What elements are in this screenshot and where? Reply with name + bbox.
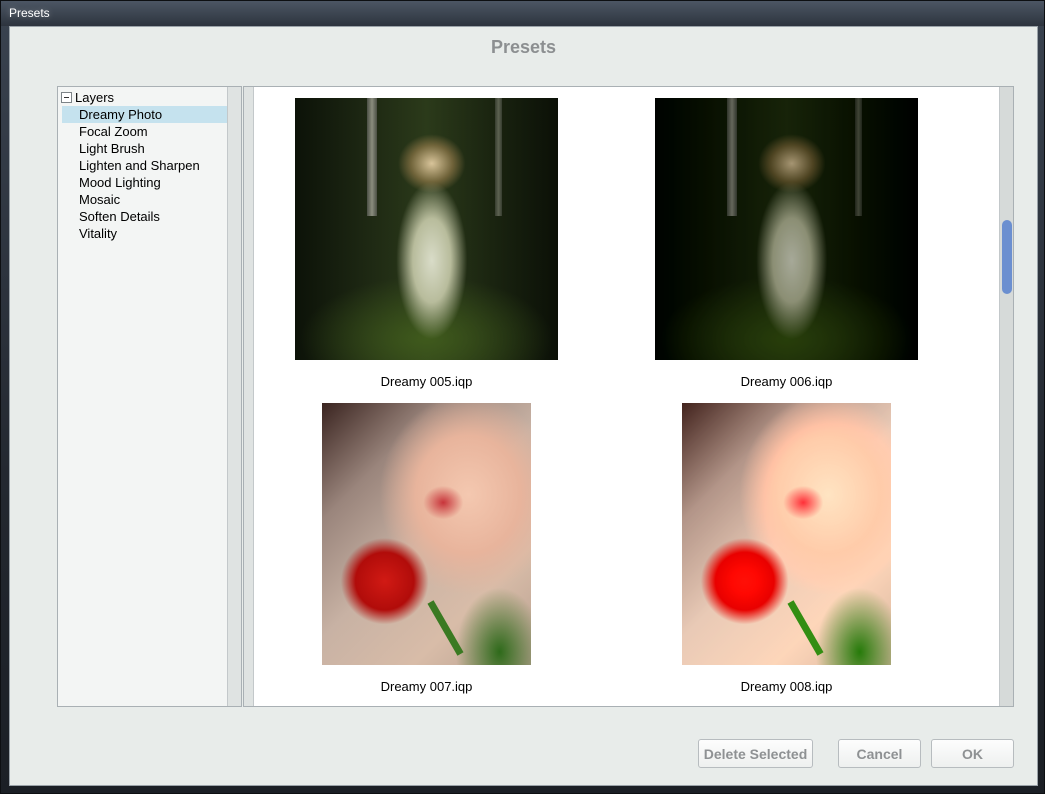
cancel-button[interactable]: Cancel xyxy=(838,739,921,768)
preset-name-label: Dreamy 008.iqp xyxy=(740,679,833,694)
tree-scrollbar[interactable] xyxy=(227,87,241,706)
preset-category-tree: Layers Dreamy Photo Focal Zoom Light Bru… xyxy=(57,86,242,707)
tree-root-label: Layers xyxy=(75,90,115,105)
panel-splitter[interactable] xyxy=(244,87,254,706)
preset-preview-panel: Dreamy 005.iqp Dreamy 006.iqp Dreamy 007… xyxy=(243,86,1014,707)
dialog-client-area: Presets Layers Dreamy Photo Focal Zoom L… xyxy=(9,26,1038,786)
tree-item-lighten-and-sharpen[interactable]: Lighten and Sharpen xyxy=(62,157,228,174)
tree-item-mosaic[interactable]: Mosaic xyxy=(62,191,228,208)
tree-items: Dreamy Photo Focal Zoom Light Brush Ligh… xyxy=(62,106,228,242)
preset-name-label: Dreamy 006.iqp xyxy=(740,374,833,389)
tree-item-light-brush[interactable]: Light Brush xyxy=(62,140,228,157)
tree-item-dreamy-photo[interactable]: Dreamy Photo xyxy=(62,106,228,123)
preset-preview-image[interactable] xyxy=(295,98,558,360)
preset-name-label: Dreamy 007.iqp xyxy=(380,679,473,694)
preset-preview-image[interactable] xyxy=(682,403,891,665)
presets-window: Presets Presets Layers Dreamy Photo Foca… xyxy=(0,0,1045,794)
dialog-title: Presets xyxy=(490,37,557,57)
title-bar[interactable]: Presets xyxy=(1,1,1044,26)
tree-item-focal-zoom[interactable]: Focal Zoom xyxy=(62,123,228,140)
preset-preview-image[interactable] xyxy=(655,98,918,360)
tree-item-vitality[interactable]: Vitality xyxy=(62,225,228,242)
window-title: Presets xyxy=(9,6,50,20)
scrollbar-thumb[interactable] xyxy=(1002,220,1012,294)
preview-scrollbar[interactable] xyxy=(999,87,1013,706)
tree-root-layers[interactable]: Layers xyxy=(61,89,114,106)
preset-preview-image[interactable] xyxy=(322,403,531,665)
collapse-icon[interactable] xyxy=(61,92,72,103)
tree-item-mood-lighting[interactable]: Mood Lighting xyxy=(62,174,228,191)
delete-selected-button[interactable]: Delete Selected xyxy=(698,739,813,768)
ok-button[interactable]: OK xyxy=(931,739,1014,768)
tree-item-soften-details[interactable]: Soften Details xyxy=(62,208,228,225)
preset-name-label: Dreamy 005.iqp xyxy=(380,374,473,389)
